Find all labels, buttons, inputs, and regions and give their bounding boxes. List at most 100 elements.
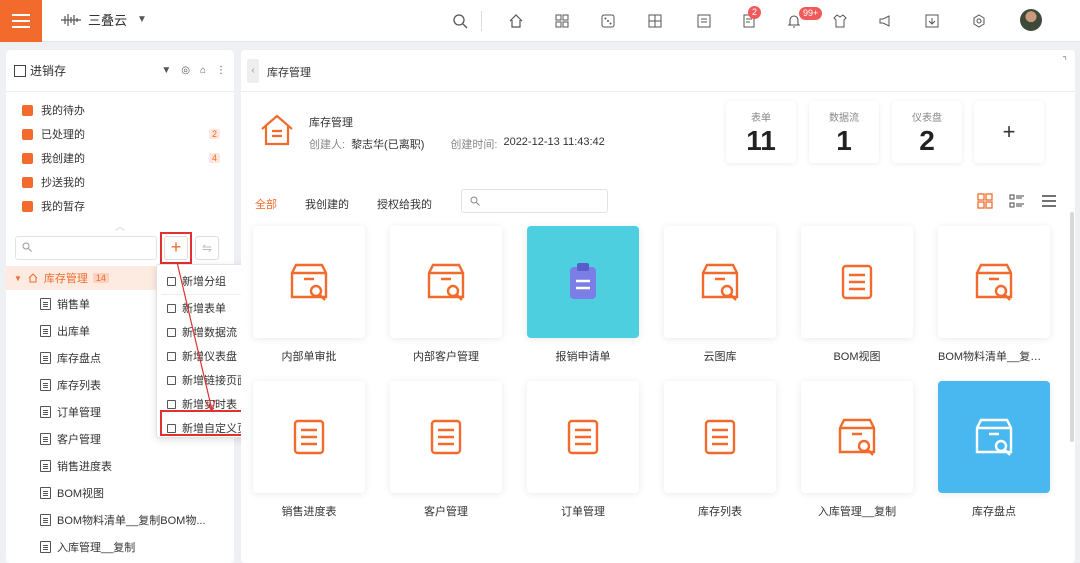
form-icon — [40, 324, 51, 337]
filter-tab-mine[interactable]: 我创建的 — [305, 196, 349, 212]
tree-item[interactable]: 入库管理__复制 — [6, 533, 234, 560]
tree-item[interactable]: BOM视图 — [6, 479, 234, 506]
app-card[interactable]: 报销申请单 — [527, 226, 641, 364]
tree-item-label: 入库管理__复制 — [57, 541, 136, 554]
tab-inventory[interactable]: 库存管理 — [267, 64, 311, 80]
app-meta: 创建人: 黎志华(已离职) 创建时间: 2022-12-13 11:43:42 — [309, 136, 605, 152]
apps-grid-icon[interactable] — [550, 9, 574, 33]
link-page-icon — [167, 375, 176, 385]
card-icon-box — [253, 226, 365, 338]
quick-item-label: 已处理的 — [41, 129, 85, 141]
app-card[interactable]: BOM物料清单__复制... — [938, 226, 1052, 364]
quick-item-drafts[interactable]: 我的暂存 — [6, 194, 234, 218]
settings-circle-icon[interactable]: ◎ — [181, 65, 190, 76]
grid-view-icon[interactable] — [976, 192, 994, 210]
form-icon — [40, 432, 51, 445]
form-icon — [40, 378, 51, 391]
stat-dashboard[interactable]: 仪表盘 2 — [892, 101, 962, 163]
workspace-title[interactable]: 进销存 — [30, 62, 66, 79]
form-icon — [40, 459, 51, 472]
tree-item-label: 库存列表 — [57, 379, 101, 392]
created-icon — [22, 152, 33, 164]
avatar[interactable] — [1020, 9, 1042, 31]
app-card[interactable]: 内部客户管理 — [390, 226, 504, 364]
quick-item-created[interactable]: 我创建的 4 — [6, 146, 234, 170]
app-card[interactable]: 内部单审批 — [253, 226, 367, 364]
filter-bar: 全部 我创建的 授权给我的 — [241, 184, 1075, 224]
plus-icon — [167, 303, 176, 313]
swap-icon[interactable]: ⇋ — [195, 236, 219, 260]
expand-icon[interactable]: ⌝ — [1062, 56, 1067, 67]
tree-item-label: 库存盘点 — [57, 352, 101, 365]
app-card[interactable]: 订单管理 — [527, 381, 641, 519]
chevron-down-icon[interactable]: ▼ — [137, 14, 147, 25]
stat-dataflow[interactable]: 数据流 1 — [809, 101, 879, 163]
stat-value: 11 — [746, 125, 776, 156]
tree-item[interactable]: BOM物料清单__复制BOM物... — [6, 506, 234, 533]
card-label: 库存盘点 — [972, 506, 1016, 518]
quick-item-todo[interactable]: 我的待办 — [6, 98, 234, 122]
home-icon[interactable]: ⌂ — [200, 65, 206, 76]
form-list-icon[interactable] — [692, 9, 716, 33]
add-stat-button[interactable]: + — [974, 101, 1044, 163]
stat-forms[interactable]: 表单 11 — [726, 101, 796, 163]
collapse-icon[interactable]: ︿ — [6, 218, 234, 233]
document-icon — [567, 419, 599, 455]
card-label: 报销申请单 — [555, 351, 611, 363]
app-card[interactable]: BOM视图 — [801, 226, 915, 364]
quick-item-cc[interactable]: 抄送我的 — [6, 170, 234, 194]
tree-item-label: 销售单 — [57, 298, 90, 311]
card-icon-box — [527, 381, 639, 493]
menu-item-label: 新增仪表盘 — [182, 351, 237, 363]
quick-item-processed[interactable]: 已处理的 2 — [6, 122, 234, 146]
card-icon-box — [801, 226, 913, 338]
filter-tab-all[interactable]: 全部 — [255, 196, 277, 212]
menu-item-label: 新增链接页面 — [182, 375, 248, 387]
list-card-view-icon[interactable] — [1008, 192, 1026, 210]
folder-icon — [167, 276, 176, 286]
home-icon — [28, 273, 38, 283]
shirt-icon[interactable] — [828, 9, 852, 33]
menu-icon[interactable] — [0, 0, 42, 42]
card-icon-box — [938, 226, 1050, 338]
chevron-left-icon[interactable]: ‹ — [247, 59, 259, 83]
card-icon-box — [938, 381, 1050, 493]
more-icon[interactable]: ⋮ — [216, 65, 226, 76]
stat-label: 表单 — [751, 113, 771, 124]
content-search-input[interactable] — [461, 189, 608, 213]
home-doc-icon — [261, 114, 293, 146]
card-icon-box — [527, 226, 639, 338]
card-label: 云图库 — [703, 351, 737, 363]
app-switcher[interactable]: 三叠云 ▼ — [60, 10, 147, 29]
caret-down-icon[interactable]: ▼ — [14, 274, 22, 283]
dice-icon[interactable] — [596, 9, 620, 33]
menu-item-label: 新增数据流 — [182, 327, 237, 339]
quick-item-label: 抄送我的 — [41, 177, 85, 189]
tree-item[interactable]: 销售进度表 — [6, 452, 234, 479]
download-icon[interactable] — [920, 9, 944, 33]
chevron-down-icon[interactable]: ▼ — [161, 65, 171, 76]
app-card[interactable]: 云图库 — [664, 226, 778, 364]
creator-label: 创建人: — [309, 139, 346, 151]
app-title: 库存管理 — [309, 117, 353, 129]
scrollbar[interactable] — [1070, 212, 1074, 442]
tab-bar: ‹ 库存管理 ⌝ — [241, 50, 1075, 92]
home-icon[interactable] — [504, 9, 528, 33]
app-card[interactable]: 库存盘点 — [938, 381, 1052, 519]
app-card[interactable]: 销售进度表 — [253, 381, 367, 519]
filter-tab-shared[interactable]: 授权给我的 — [377, 196, 432, 212]
box-search-icon — [290, 263, 328, 301]
form-icon — [40, 351, 51, 364]
app-card[interactable]: 客户管理 — [390, 381, 504, 519]
search-icon[interactable] — [448, 9, 472, 33]
app-card[interactable]: 库存列表 — [664, 381, 778, 519]
workspace-icon — [14, 64, 26, 77]
settings-icon[interactable] — [967, 9, 991, 33]
sidebar-search-input[interactable] — [15, 236, 157, 260]
app-card[interactable]: 入库管理__复制 — [801, 381, 915, 519]
layout-icon[interactable] — [643, 9, 667, 33]
megaphone-icon[interactable] — [873, 9, 897, 33]
logo-icon — [61, 13, 81, 26]
list-view-icon[interactable] — [1040, 192, 1058, 210]
todo-icon — [22, 104, 33, 116]
